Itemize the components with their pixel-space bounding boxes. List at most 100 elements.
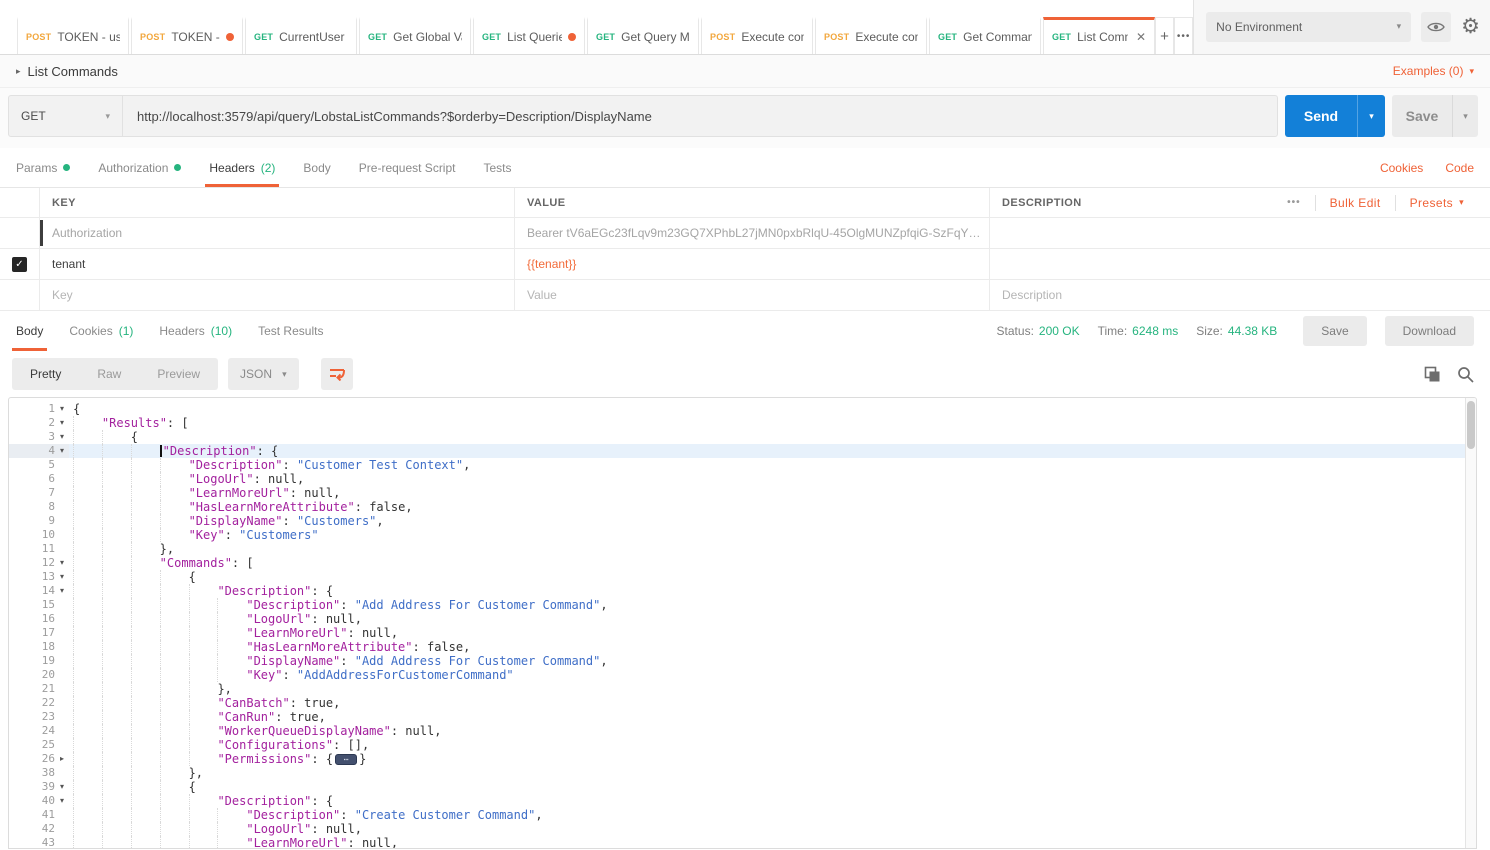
indent-guide xyxy=(160,626,189,640)
fold-collapsed-icon[interactable]: ▸ xyxy=(55,752,69,766)
collapsed-content-badge[interactable]: ⋯ xyxy=(335,754,357,765)
tab-title: List Querie xyxy=(507,30,562,44)
line-gutter: 41 xyxy=(9,808,69,822)
response-tab-cookies[interactable]: Cookies(1) xyxy=(69,311,133,351)
indent-guide xyxy=(73,654,102,668)
fold-open-icon[interactable]: ▾ xyxy=(55,794,69,808)
line-gutter: 3▾ xyxy=(9,430,69,444)
request-tab[interactable]: GETGet Query Me xyxy=(587,17,699,54)
fold-open-icon[interactable]: ▾ xyxy=(55,430,69,444)
request-tab[interactable]: GETList Comn✕ xyxy=(1043,17,1155,54)
response-tab-test-results[interactable]: Test Results xyxy=(258,311,323,351)
request-tab-headers-[interactable]: Headers(2) xyxy=(209,148,275,187)
fold-open-icon[interactable]: ▾ xyxy=(55,570,69,584)
indent-guide xyxy=(160,500,189,514)
response-tab-body[interactable]: Body xyxy=(16,311,43,351)
send-options-arrow[interactable]: ▾ xyxy=(1357,95,1385,137)
collapse-triangle-icon[interactable]: ▸ xyxy=(16,66,21,77)
fold-open-icon[interactable]: ▾ xyxy=(55,444,69,458)
key-placeholder[interactable]: Key xyxy=(40,280,515,310)
value-placeholder[interactable]: Value xyxy=(515,280,990,310)
request-tab-authorization[interactable]: Authorization xyxy=(98,148,181,187)
bulk-edit-link[interactable]: Bulk Edit xyxy=(1316,196,1395,210)
header-description-cell[interactable] xyxy=(990,249,1490,279)
code-line: 5"Description": "Customer Test Context", xyxy=(9,458,1476,472)
copy-icon[interactable] xyxy=(1424,366,1441,383)
view-mode-preview[interactable]: Preview xyxy=(139,358,218,390)
environment-selector[interactable]: No Environment ▾ xyxy=(1206,12,1411,42)
close-tab-icon[interactable]: ✕ xyxy=(1134,30,1146,44)
indent-guide xyxy=(160,766,189,780)
indent-guide xyxy=(217,598,246,612)
format-selector[interactable]: JSON ▾ xyxy=(228,358,299,390)
header-value-cell[interactable]: {{tenant}} xyxy=(515,249,990,279)
view-mode-raw[interactable]: Raw xyxy=(79,358,139,390)
json-code-viewer[interactable]: 1▾{2▾"Results": [3▾{4▾"Description": {5"… xyxy=(9,398,1476,849)
method-selector[interactable]: GET ▾ xyxy=(9,96,123,136)
header-description-cell[interactable] xyxy=(990,218,1490,248)
line-gutter: 6 xyxy=(9,472,69,486)
header-key-cell[interactable]: Authorization xyxy=(40,218,515,248)
json-punct: , xyxy=(297,472,304,486)
fold-open-icon[interactable]: ▾ xyxy=(55,402,69,416)
tab-count: (10) xyxy=(211,324,232,338)
response-tab-headers[interactable]: Headers(10) xyxy=(159,311,232,351)
line-number: 3 xyxy=(48,430,55,444)
scrollbar-track[interactable] xyxy=(1465,398,1476,848)
json-punct: : xyxy=(355,500,369,514)
request-tab[interactable]: GETCurrentUser xyxy=(245,17,357,54)
checkbox-column-header xyxy=(0,188,40,217)
new-header-placeholder-row: Key Value Description xyxy=(0,280,1490,311)
code-line-content: }, xyxy=(69,766,1476,780)
tab-overflow-button[interactable]: ••• xyxy=(1174,17,1193,54)
presets-dropdown[interactable]: Presets ▾ xyxy=(1396,196,1478,210)
fold-open-icon[interactable]: ▾ xyxy=(55,584,69,598)
environment-quick-look-button[interactable] xyxy=(1421,12,1451,42)
cookies-link[interactable]: Cookies xyxy=(1380,161,1423,175)
code-link[interactable]: Code xyxy=(1445,161,1474,175)
download-response-button[interactable]: Download xyxy=(1385,316,1474,346)
save-request-button[interactable]: Save ▾ xyxy=(1392,95,1478,137)
header-key-cell[interactable]: tenant xyxy=(40,249,515,279)
indent-guide xyxy=(217,822,246,836)
json-key: "Configurations" xyxy=(217,738,333,752)
header-value-cell[interactable]: Bearer tV6aEGc23fLqv9m23GQ7XPhbL27jMN0px… xyxy=(515,218,990,248)
request-tab[interactable]: POSTExecute com xyxy=(701,17,813,54)
json-punct: , xyxy=(319,710,326,724)
indent-guide xyxy=(131,808,160,822)
fold-open-icon[interactable]: ▾ xyxy=(55,556,69,570)
request-tab[interactable]: POSTExecute com xyxy=(815,17,927,54)
row-checkbox[interactable]: ✓ xyxy=(12,257,27,272)
request-tab[interactable]: GETGet Command xyxy=(929,17,1041,54)
more-options-icon[interactable]: ••• xyxy=(1273,197,1315,208)
wrap-lines-button[interactable] xyxy=(321,358,353,390)
examples-dropdown[interactable]: Examples (0) ▾ xyxy=(1393,64,1474,78)
request-tab[interactable]: GETList Querie xyxy=(473,17,585,54)
view-mode-pretty[interactable]: Pretty xyxy=(12,358,79,390)
request-tab-tests[interactable]: Tests xyxy=(483,148,511,187)
request-tab[interactable]: POSTTOKEN - user xyxy=(17,17,129,54)
line-gutter: 26▸ xyxy=(9,752,69,766)
fold-open-icon[interactable]: ▾ xyxy=(55,416,69,430)
request-tab-pre-request-script[interactable]: Pre-request Script xyxy=(359,148,456,187)
settings-gear-icon[interactable]: ⚙ xyxy=(1461,16,1480,37)
indent-guide xyxy=(131,500,160,514)
scrollbar-thumb[interactable] xyxy=(1467,401,1475,449)
description-placeholder[interactable]: Description xyxy=(990,280,1490,310)
save-response-button[interactable]: Save xyxy=(1303,316,1366,346)
request-tab-body[interactable]: Body xyxy=(303,148,330,187)
indent-guide xyxy=(217,808,246,822)
save-options-arrow[interactable]: ▾ xyxy=(1452,95,1478,137)
headers-table-header: KEY VALUE DESCRIPTION ••• Bulk Edit Pres… xyxy=(0,188,1490,218)
request-tab[interactable]: GETGet Global Var xyxy=(359,17,471,54)
url-input[interactable]: http://localhost:3579/api/query/LobstaLi… xyxy=(123,96,1277,136)
search-icon[interactable] xyxy=(1457,366,1474,383)
new-tab-button[interactable]: + xyxy=(1155,17,1174,54)
json-key: "WorkerQueueDisplayName" xyxy=(217,724,390,738)
json-punct: , xyxy=(600,654,607,668)
row-drag-handle[interactable] xyxy=(40,220,43,246)
request-tab[interactable]: POSTTOKEN - s xyxy=(131,17,243,54)
fold-open-icon[interactable]: ▾ xyxy=(55,780,69,794)
request-tab-params[interactable]: Params xyxy=(16,148,70,187)
send-button[interactable]: Send ▾ xyxy=(1285,95,1385,137)
